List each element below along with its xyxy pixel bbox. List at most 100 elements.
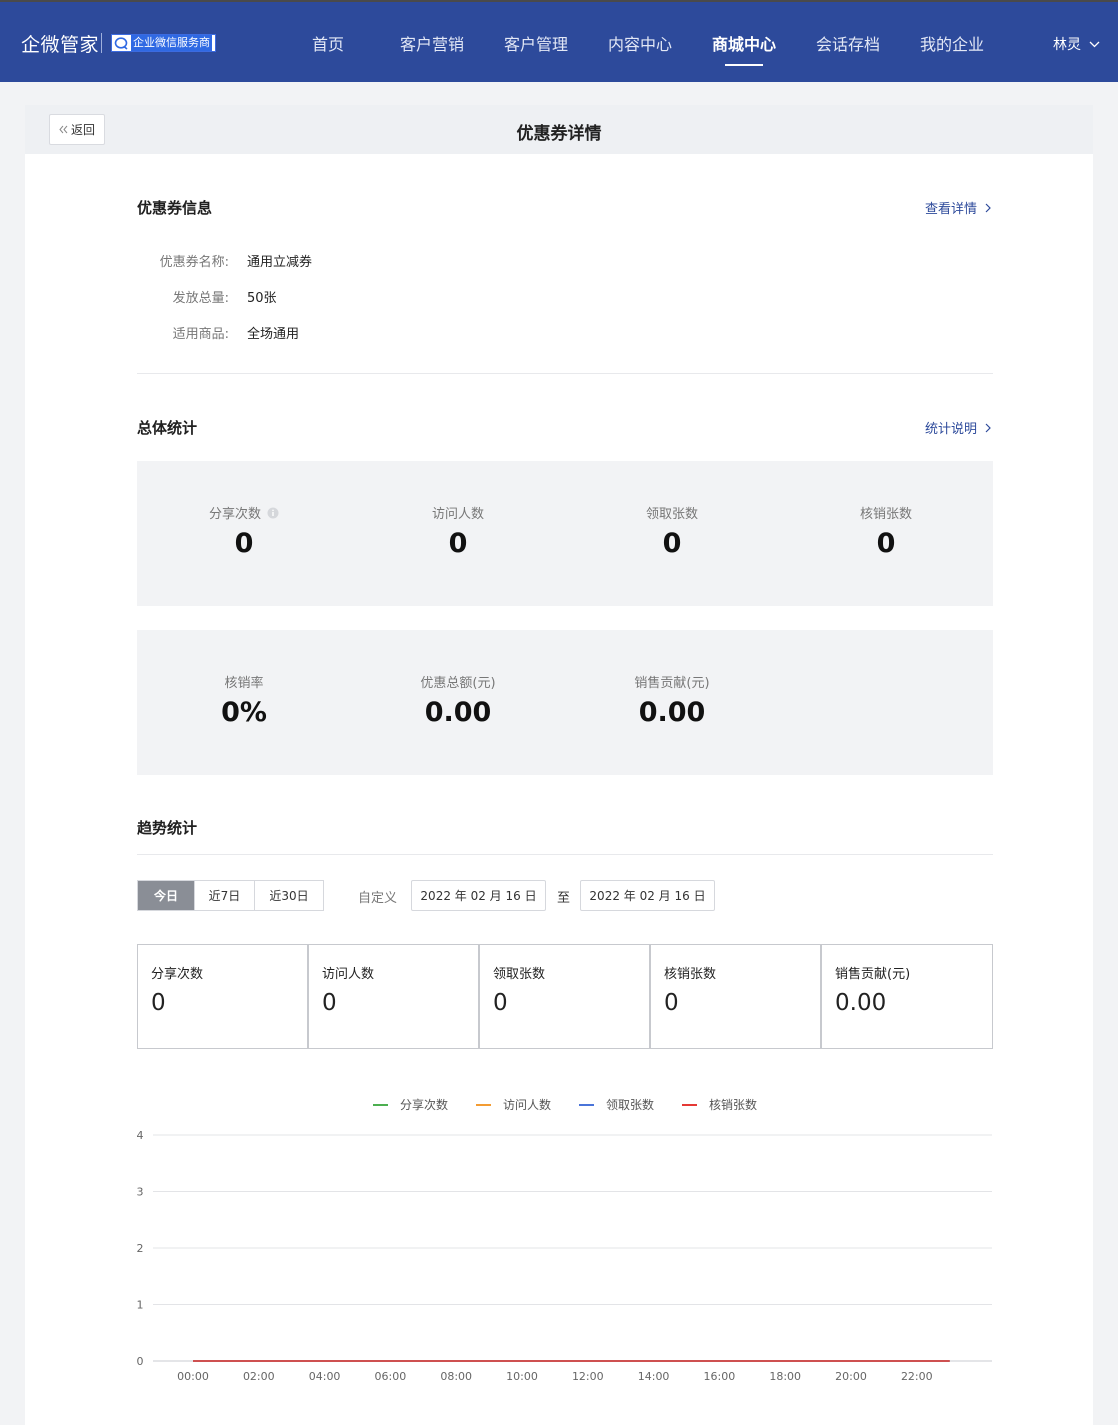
info-label: 发放总量:	[172, 291, 229, 306]
info-value: 50张	[247, 291, 277, 306]
card-value: 0	[493, 990, 508, 1016]
stat-value: 0	[662, 528, 682, 559]
x-tick-label: 20:00	[835, 1370, 867, 1383]
info-label: 适用商品:	[172, 327, 229, 342]
trend-card-share-count: 分享次数 0	[137, 944, 308, 1049]
legend-label: 领取张数	[606, 1098, 655, 1112]
overall-stats-row-1: 分享次数 0 访问人数 0 领取张数 0 核销张数 0	[137, 461, 993, 606]
stat-value: 0.00	[424, 697, 492, 728]
nav-item-session-archive[interactable]: 会话存档	[796, 2, 900, 84]
info-icon[interactable]	[267, 507, 279, 519]
end-date-input[interactable]: 2022 年 02 月 16 日	[580, 880, 715, 911]
stat-discount-total: 优惠总额(元) 0.00	[351, 672, 565, 728]
stat-value: 0%	[221, 697, 267, 728]
card-value: 0	[322, 990, 337, 1016]
x-tick-label: 12:00	[572, 1370, 604, 1383]
trend-line-chart: 0 1 2 3 4 00:00 02:00 04:00 06:00 08:00 10:00 12:00…	[137, 1129, 992, 1383]
card-label: 访问人数	[322, 967, 375, 982]
trend-card-visitor-count: 访问人数 0	[308, 944, 479, 1049]
x-tick-label: 10:00	[506, 1370, 538, 1383]
chevron-down-icon	[1089, 41, 1100, 47]
stat-value: 0	[234, 528, 254, 559]
nav-item-customer-management[interactable]: 客户管理	[484, 2, 588, 84]
section-divider	[137, 854, 993, 855]
wecom-logo-icon	[114, 36, 128, 50]
range-7-days-button[interactable]: 近7日	[195, 881, 255, 910]
card-label: 分享次数	[151, 967, 204, 982]
legend-swatch	[579, 1103, 594, 1106]
range-30-days-button[interactable]: 近30日	[255, 881, 323, 910]
legend-item-claim[interactable]: 领取张数	[579, 1096, 654, 1113]
overall-stats-row-2: 核销率 0% 优惠总额(元) 0.00 销售贡献(元) 0.00	[137, 630, 993, 775]
legend-label: 访问人数	[502, 1098, 551, 1112]
view-details-label: 查看详情	[924, 202, 977, 217]
stat-label-text: 分享次数	[208, 507, 261, 522]
nav-item-content-center[interactable]: 内容中心	[588, 2, 692, 84]
card-value: 0	[151, 990, 166, 1016]
info-row-coupon-name: 优惠券名称: 通用立减券	[137, 251, 312, 270]
nav-item-home[interactable]: 首页	[276, 2, 380, 84]
legend-item-visit[interactable]: 访问人数	[475, 1096, 551, 1113]
service-provider-badge: 企业微信服务商	[111, 34, 216, 52]
info-value: 通用立减券	[247, 255, 313, 270]
brand-divider	[101, 33, 102, 53]
stat-redemption-rate: 核销率 0%	[137, 672, 351, 728]
trend-card-claimed-count: 领取张数 0	[479, 944, 650, 1049]
badge-label: 企业微信服务商	[131, 35, 212, 51]
stat-value: 0	[448, 528, 468, 559]
trend-card-sales-contribution: 销售贡献(元) 0.00	[821, 944, 993, 1049]
legend-label: 核销张数	[709, 1098, 758, 1112]
stat-label: 优惠总额(元)	[420, 676, 496, 691]
trend-card-redeemed-count: 核销张数 0	[650, 944, 821, 1049]
card-label: 销售贡献(元)	[835, 967, 911, 982]
start-date-input[interactable]: 2022 年 02 月 16 日	[411, 880, 546, 911]
legend-swatch	[682, 1103, 698, 1106]
section-divider	[137, 373, 993, 374]
view-details-link[interactable]: 查看详情	[925, 198, 991, 217]
trend-stats-title: 趋势统计	[137, 819, 198, 837]
x-tick-label: 18:00	[769, 1370, 801, 1383]
chevron-right-icon	[985, 423, 991, 432]
x-tick-label: 16:00	[704, 1370, 736, 1383]
date-separator-label: 至	[557, 891, 571, 906]
x-tick-label: 14:00	[638, 1370, 670, 1383]
nav-item-mall-center[interactable]: 商城中心	[692, 2, 796, 84]
y-tick-label: 1	[137, 1299, 144, 1312]
custom-range-label: 自定义	[358, 891, 398, 906]
card-label: 领取张数	[493, 967, 546, 982]
stat-label: 访问人数	[431, 507, 484, 522]
page-title: 优惠券详情	[516, 124, 602, 144]
y-tick-label: 4	[137, 1129, 144, 1142]
info-row-total-issued: 发放总量: 50张	[137, 287, 277, 306]
x-tick-label: 06:00	[375, 1370, 407, 1383]
x-tick-label: 02:00	[243, 1370, 275, 1383]
legend-swatch	[372, 1103, 388, 1106]
brand-name[interactable]: 企微管家	[21, 30, 99, 57]
stat-label: 领取张数	[645, 507, 698, 522]
date-range-segmented-control: 今日 近7日 近30日	[137, 880, 324, 911]
x-tick-label: 08:00	[440, 1370, 472, 1383]
chevron-right-icon	[985, 203, 991, 212]
card-label: 核销张数	[664, 967, 717, 982]
main-nav: 首页 客户营销 客户管理 内容中心 商城中心 会话存档 我的企业	[276, 2, 1004, 84]
stat-label: 分享次数	[209, 503, 279, 522]
overall-stats-title: 总体统计	[137, 419, 198, 437]
stat-redeemed-count: 核销张数 0	[779, 503, 993, 559]
y-tick-label: 0	[137, 1355, 144, 1368]
nav-item-my-enterprise[interactable]: 我的企业	[900, 2, 1004, 84]
card-value: 0	[664, 990, 679, 1016]
card-value: 0.00	[835, 990, 887, 1016]
user-menu[interactable]: 林灵	[1053, 34, 1100, 54]
info-row-applicable-goods: 适用商品: 全场通用	[137, 323, 299, 342]
y-tick-label: 2	[137, 1242, 144, 1255]
y-tick-label: 3	[137, 1186, 144, 1199]
stats-explanation-link[interactable]: 统计说明	[925, 418, 991, 437]
legend-item-redeem[interactable]: 核销张数	[682, 1096, 757, 1113]
nav-item-customer-marketing[interactable]: 客户营销	[380, 2, 484, 84]
user-name: 林灵	[1053, 37, 1081, 53]
stat-label: 核销张数	[859, 507, 912, 522]
range-today-button[interactable]: 今日	[138, 881, 195, 910]
legend-item-share[interactable]: 分享次数	[372, 1096, 448, 1113]
coupon-detail-panel: 返回 优惠券详情 优惠券信息 查看详情 优惠券名称: 通用立减券 发放总量: 5…	[25, 105, 1093, 1425]
x-tick-label: 04:00	[309, 1370, 341, 1383]
